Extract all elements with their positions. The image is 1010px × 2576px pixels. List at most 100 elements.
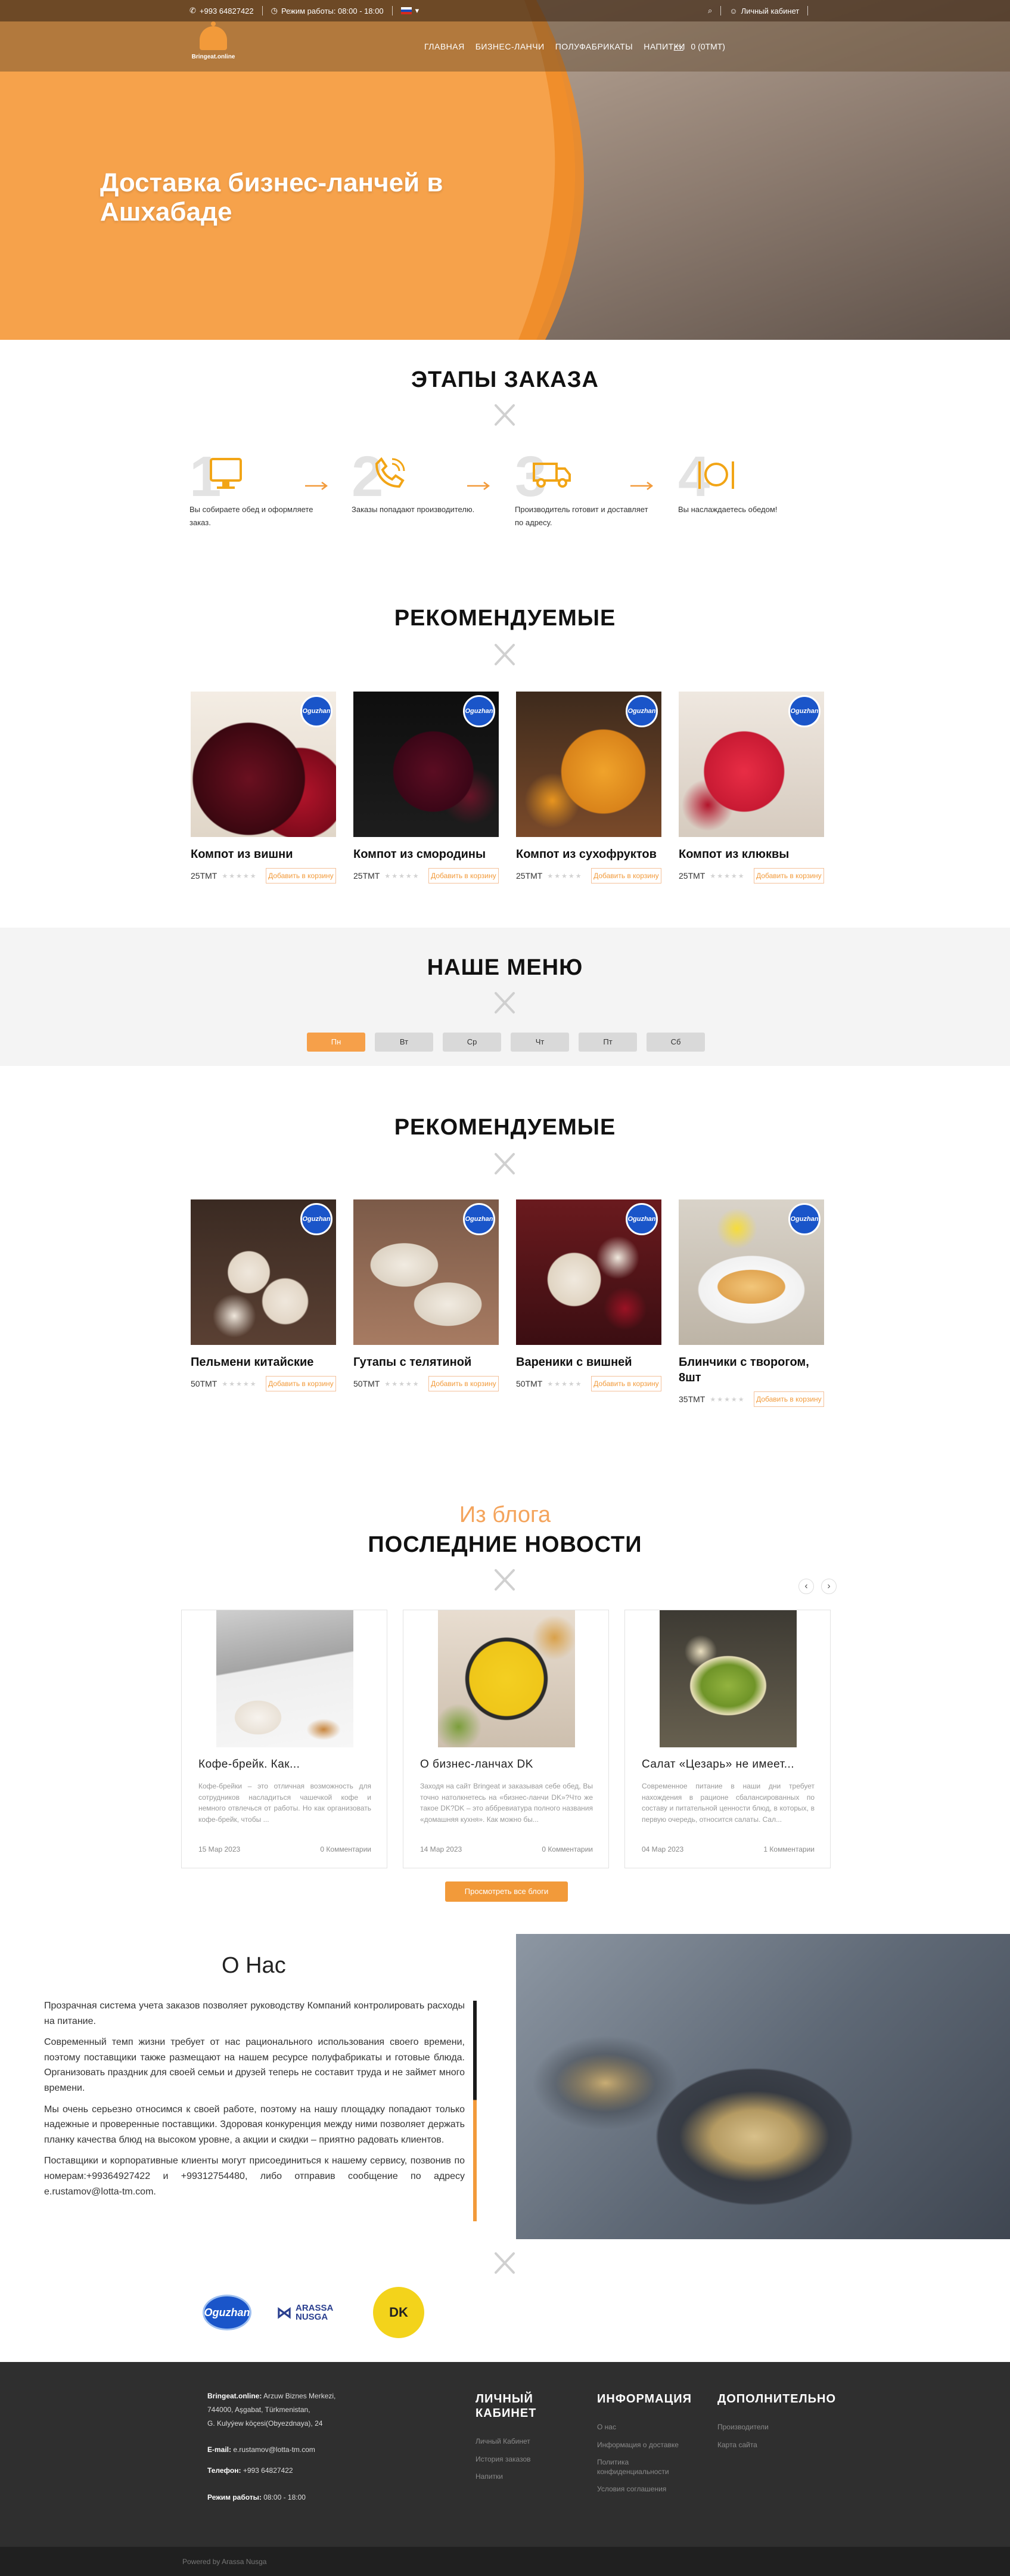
about-text: Прозрачная система учета заказов позволя…	[44, 2001, 465, 2197]
tab-tuesday[interactable]: Вт	[375, 1033, 433, 1052]
add-to-cart-button[interactable]: Добавить в корзину	[265, 1376, 336, 1391]
user-icon: ☺	[729, 6, 738, 16]
nav-semi-finished[interactable]: ПОЛУФАБРИКАТЫ	[555, 42, 633, 51]
language-select[interactable]: ▾	[400, 6, 419, 16]
footer-contacts: Bringeat.online: Arzuw Biznes Merkezi, 7…	[207, 2392, 336, 2501]
blog-title: ПОСЛЕДНИЕ НОВОСТИ	[368, 1532, 642, 1557]
cloche-icon: ⌓	[673, 39, 684, 54]
hero-title: Доставка бизнес-ланчей в Ашхабаде	[100, 168, 443, 227]
chevron-left-icon[interactable]: ‹	[798, 1579, 814, 1594]
steps-title: ЭТАПЫ ЗАКАЗА	[411, 367, 599, 392]
search-icon[interactable]: ⌕	[708, 6, 712, 16]
site-logo[interactable]: Bringeat.online	[189, 21, 237, 67]
partner-logo-dk[interactable]: DK	[373, 2287, 424, 2338]
product-card[interactable]: Oguzhan Компот из клюквы 25TMT ★★★★★ Доб…	[679, 692, 824, 884]
post-image[interactable]	[660, 1610, 797, 1747]
cutlery-icon	[490, 987, 520, 1017]
tab-wednesday[interactable]: Ср	[443, 1033, 501, 1052]
add-to-cart-button[interactable]: Добавить в корзину	[428, 1376, 499, 1391]
oguzhan-badge: Oguzhan	[300, 695, 332, 727]
product-image[interactable]: Oguzhan	[679, 692, 824, 837]
product-image[interactable]: Oguzhan	[516, 1199, 661, 1345]
post-image[interactable]	[216, 1610, 353, 1747]
cart-total: 0 (0TMT)	[691, 42, 725, 51]
product-image[interactable]: Oguzhan	[679, 1199, 824, 1345]
top-bar: ✆ +993 64827422 ◷ Режим работы: 08:00 - …	[0, 0, 1010, 21]
blog-post[interactable]: О бизнес-ланчах DK Заходя на сайт Bringe…	[403, 1610, 609, 1868]
footer: Bringeat.online: Arzuw Biznes Merkezi, 7…	[0, 2362, 1010, 2547]
powered-by[interactable]: Powered by Arassa Nusga	[182, 2558, 266, 2566]
product-card[interactable]: Oguzhan Компот из смородины 25TMT ★★★★★ …	[353, 692, 499, 884]
partner-logo-oguzhan[interactable]: Oguzhan	[203, 2295, 251, 2330]
oguzhan-badge: Oguzhan	[300, 1203, 332, 1235]
view-all-blogs-button[interactable]: Просмотреть все блоги	[445, 1881, 568, 1902]
blog-carousel-controls: ‹ ›	[798, 1579, 837, 1594]
account-link[interactable]: ☺ Личный кабинет	[729, 7, 799, 16]
footer-col-account: ЛИЧНЫЙ КАБИНЕТ Личный Кабинет История за…	[476, 2392, 537, 2481]
truck-icon	[533, 463, 571, 488]
flag-icon	[400, 7, 412, 14]
menu-title: НАШЕ МЕНЮ	[427, 955, 583, 980]
hero-banner: ✆ +993 64827422 ◷ Режим работы: 08:00 - …	[0, 0, 1010, 340]
oguzhan-badge: Oguzhan	[463, 1203, 495, 1235]
product-image[interactable]: Oguzhan	[516, 692, 661, 837]
tab-friday[interactable]: Пт	[579, 1033, 637, 1052]
cutlery-icon	[490, 1148, 520, 1178]
product-card[interactable]: Oguzhan Компот из вишни 25TMT ★★★★★ Доба…	[191, 692, 336, 884]
add-to-cart-button[interactable]: Добавить в корзину	[591, 1376, 661, 1391]
nav-home[interactable]: ГЛАВНАЯ	[424, 42, 465, 51]
tab-monday[interactable]: Пн	[307, 1033, 365, 1052]
add-to-cart-button[interactable]: Добавить в корзину	[591, 868, 661, 884]
product-card[interactable]: Oguzhan Компот из сухофруктов 25TMT ★★★★…	[516, 692, 661, 884]
product-card[interactable]: Oguzhan Гутапы с телятиной 50TMT ★★★★★ Д…	[353, 1199, 499, 1391]
computer-icon	[210, 458, 242, 489]
rating-stars: ★★★★★	[547, 872, 583, 880]
phone-icon: ✆	[189, 6, 196, 15]
nav-business-lunch[interactable]: БИЗНЕС-ЛАНЧИ	[476, 42, 545, 51]
add-to-cart-button[interactable]: Добавить в корзину	[265, 868, 336, 884]
cutlery-plate-icon	[698, 461, 734, 489]
product-card[interactable]: Oguzhan Вареники с вишней 50TMT ★★★★★ До…	[516, 1199, 661, 1391]
cutlery-icon	[490, 1564, 520, 1594]
product-image[interactable]: Oguzhan	[191, 1199, 336, 1345]
accent-bar	[473, 2001, 477, 2221]
day-tabs: Пн Вт Ср Чт Пт Сб	[307, 1033, 705, 1052]
add-to-cart-button[interactable]: Добавить в корзину	[753, 1391, 824, 1407]
blog-subtitle: Из блога	[459, 1502, 551, 1527]
blog-post[interactable]: Кофе-брейк. Как... Кофе-брейки – это отл…	[181, 1610, 387, 1868]
footer-col-extra: ДОПОЛНИТЕЛЬНО Производители Карта сайта	[717, 2392, 837, 2449]
product-image[interactable]: Oguzhan	[191, 692, 336, 837]
rating-stars: ★★★★★	[710, 1396, 745, 1403]
footer-email[interactable]: e.rustamov@lotta-tm.com	[233, 2445, 315, 2454]
bell-logo-icon	[200, 21, 227, 50]
partner-logo-arassa-nusga[interactable]: ⋈ ARASSA NUSGA	[276, 2301, 348, 2324]
arrow-right-icon	[630, 482, 654, 490]
add-to-cart-button[interactable]: Добавить в корзину	[753, 868, 824, 884]
top-phone[interactable]: ✆ +993 64827422	[189, 6, 254, 16]
blog-post[interactable]: Салат «Цезарь» не имеет... Современное п…	[624, 1610, 831, 1868]
add-to-cart-button[interactable]: Добавить в корзину	[428, 868, 499, 884]
recommended-title: РЕКОМЕНДУЕМЫЕ	[394, 1115, 616, 1140]
cart-button[interactable]: ⌓ 0 (0TMT)	[673, 21, 725, 72]
divider	[262, 6, 263, 16]
chevron-right-icon[interactable]: ›	[821, 1579, 837, 1594]
tab-saturday[interactable]: Сб	[647, 1033, 705, 1052]
rating-stars: ★★★★★	[384, 872, 420, 880]
rating-stars: ★★★★★	[710, 872, 745, 880]
product-image[interactable]: Oguzhan	[353, 1199, 499, 1345]
arassa-mark-icon: ⋈	[276, 2304, 292, 2321]
product-card[interactable]: Oguzhan Блинчики с творогом, 8шт 35TMT ★…	[679, 1199, 824, 1407]
oguzhan-badge: Oguzhan	[463, 695, 495, 727]
divider	[391, 6, 393, 16]
arrow-right-icon	[467, 482, 490, 490]
page: ✆ +993 64827422 ◷ Режим работы: 08:00 - …	[0, 0, 1010, 2576]
tab-thursday[interactable]: Чт	[511, 1033, 569, 1052]
post-image[interactable]	[438, 1610, 575, 1747]
divider	[807, 6, 809, 16]
product-card[interactable]: Oguzhan Пельмени китайские 50TMT ★★★★★ Д…	[191, 1199, 336, 1391]
recommended-title: РЕКОМЕНДУЕМЫЕ	[394, 606, 616, 631]
oguzhan-badge: Oguzhan	[788, 1203, 821, 1235]
oguzhan-badge: Oguzhan	[626, 1203, 658, 1235]
product-image[interactable]: Oguzhan	[353, 692, 499, 837]
footer-phone[interactable]: +993 64827422	[243, 2466, 293, 2475]
